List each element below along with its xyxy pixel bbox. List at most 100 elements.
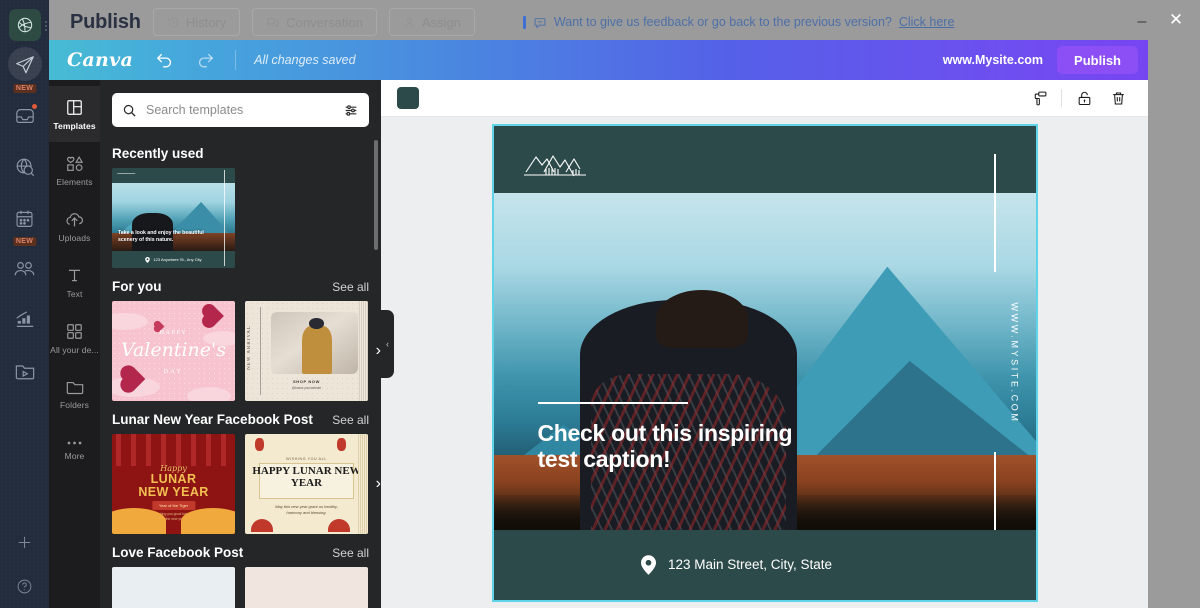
- conversation-label: Conversation: [286, 15, 363, 30]
- section-title: For you: [112, 279, 162, 294]
- thumb-address: 123 Anywhere St., Any City: [153, 257, 201, 262]
- see-all-link[interactable]: See all: [332, 413, 369, 427]
- app-window: Publish History Conversation Assign: [49, 0, 1200, 608]
- template-thumb-lunar-cream[interactable]: WISHING YOU ALL HAPPY LUNAR NEW YEAR May…: [245, 434, 368, 534]
- rail-item-add[interactable]: [0, 520, 49, 564]
- thumb-row: HAPPY Valentine's DAY NEW ARRIVAL: [112, 301, 369, 401]
- feedback-link[interactable]: Click here: [899, 15, 955, 29]
- tool-label: All your de...: [50, 345, 99, 355]
- undo-icon[interactable]: [155, 51, 174, 70]
- canvas-area[interactable]: Check out this inspiring test caption! W…: [381, 117, 1148, 608]
- panel-scrollbar[interactable]: [374, 140, 378, 250]
- see-all-link[interactable]: See all: [332, 280, 369, 294]
- accent-bar: [523, 16, 526, 29]
- tool-all-your-designs[interactable]: All your de...: [49, 310, 100, 366]
- see-all-link[interactable]: See all: [332, 546, 369, 560]
- tool-label: Folders: [60, 400, 89, 410]
- header-divider: [235, 50, 236, 70]
- thumb-line2: Valentine's: [112, 339, 235, 361]
- grid-icon: [65, 322, 84, 341]
- app-logo-icon[interactable]: [9, 9, 41, 41]
- thumb-row: Happy LUNAR NEW YEAR Year of the Tiger W…: [112, 434, 369, 534]
- tool-label: Templates: [53, 121, 95, 131]
- rail-item-calendar[interactable]: NEW: [0, 196, 49, 245]
- assign-button[interactable]: Assign: [389, 8, 475, 36]
- design-address[interactable]: 123 Main Street, City, State: [668, 557, 832, 572]
- tool-templates[interactable]: Templates: [49, 86, 100, 142]
- product-rail: NEW: [0, 0, 49, 608]
- canva-body: Templates Elements Uploads: [49, 80, 1148, 608]
- video-folder-icon: [14, 361, 36, 386]
- section-header-love: Love Facebook Post See all: [112, 545, 369, 560]
- template-thumb-love-a[interactable]: [112, 567, 235, 608]
- thumb-row: Take a look and enjoy the beautiful scen…: [112, 168, 369, 268]
- color-swatch-button[interactable]: [397, 87, 419, 109]
- rail-item-campaigns[interactable]: NEW: [0, 43, 49, 92]
- feedback-banner: Want to give us feedback or go back to t…: [523, 15, 955, 29]
- template-thumb-lunar-red[interactable]: Happy LUNAR NEW YEAR Year of the Tiger W…: [112, 434, 235, 534]
- rail-item-audience[interactable]: [0, 247, 49, 296]
- collapse-panel-button[interactable]: ‹: [381, 310, 394, 378]
- thumb-line2: @brand.yourwebsite: [245, 386, 368, 390]
- tool-label: Elements: [56, 177, 92, 187]
- unlock-icon: [1076, 90, 1093, 107]
- sliders-icon[interactable]: [343, 103, 359, 118]
- canva-header: Canva All changes saved www.Mysite.com P…: [49, 40, 1148, 80]
- template-thumb-recent[interactable]: Take a look and enjoy the beautiful scen…: [112, 168, 235, 268]
- editor-area: Check out this inspiring test caption! W…: [381, 80, 1148, 608]
- design-canvas[interactable]: Check out this inspiring test caption! W…: [494, 126, 1036, 600]
- paint-roller-icon: [1031, 90, 1048, 107]
- speech-bubble-icon: [533, 16, 547, 29]
- thumb-line1: SHOP NOW: [245, 379, 368, 384]
- search-icon: [122, 103, 137, 118]
- search-box[interactable]: [112, 93, 369, 127]
- site-url[interactable]: www.Mysite.com: [943, 53, 1043, 67]
- upload-cloud-icon: [64, 210, 85, 229]
- rail-item-inbox[interactable]: [0, 94, 49, 143]
- canva-logo[interactable]: Canva: [67, 49, 133, 71]
- copy-style-button[interactable]: [1025, 84, 1053, 112]
- thumb-line1: HAPPY: [112, 330, 235, 336]
- template-thumb-love-b[interactable]: [245, 567, 368, 608]
- assign-label: Assign: [422, 15, 461, 30]
- tool-folders[interactable]: Folders: [49, 366, 100, 422]
- tool-uploads[interactable]: Uploads: [49, 198, 100, 254]
- design-photo: [494, 193, 1036, 530]
- mountain-line-art-icon: [524, 148, 590, 187]
- template-thumb-fashion[interactable]: NEW ARRIVAL SHOP NOW @brand.yourwebsite: [245, 301, 368, 401]
- conversation-button[interactable]: Conversation: [252, 8, 377, 36]
- rail-menu-dots[interactable]: [45, 21, 47, 31]
- tool-label: Text: [67, 289, 83, 299]
- tool-text[interactable]: Text: [49, 254, 100, 310]
- people-icon: [13, 259, 36, 284]
- design-caption[interactable]: Check out this inspiring test caption!: [538, 421, 838, 473]
- template-thumb-valentine[interactable]: HAPPY Valentine's DAY: [112, 301, 235, 401]
- section-header-for-you: For you See all: [112, 279, 369, 294]
- plus-icon: [16, 534, 33, 551]
- panel-scroll-area[interactable]: Recently used: [100, 135, 381, 608]
- thumb-sub: May this new year grant us healthy, harm…: [255, 504, 358, 516]
- tool-more[interactable]: More: [49, 422, 100, 478]
- redo-icon[interactable]: [196, 51, 215, 70]
- lock-button[interactable]: [1070, 84, 1098, 112]
- history-button[interactable]: History: [153, 8, 240, 36]
- overlay-close-button[interactable]: ✕: [1166, 10, 1186, 30]
- tool-elements[interactable]: Elements: [49, 142, 100, 198]
- section-header-lunar: Lunar New Year Facebook Post See all: [112, 412, 369, 427]
- elements-icon: [65, 154, 85, 173]
- thumb-vertical-text: NEW ARRIVAL: [247, 325, 252, 370]
- section-header-recently-used: Recently used: [112, 146, 369, 161]
- thumb-line1: HAPPY LUNAR NEW YEAR: [245, 465, 368, 490]
- search-input[interactable]: [146, 103, 334, 117]
- right-overlay-panel: ✕: [1148, 0, 1200, 608]
- rail-item-help[interactable]: [0, 564, 49, 608]
- rail-item-analytics[interactable]: [0, 298, 49, 347]
- templates-panel: Recently used: [100, 80, 381, 608]
- rail-item-media[interactable]: [0, 349, 49, 398]
- delete-button[interactable]: [1104, 84, 1132, 112]
- publish-button[interactable]: Publish: [1057, 46, 1138, 74]
- canva-editor: Canva All changes saved www.Mysite.com P…: [49, 40, 1148, 608]
- carousel-next-icon[interactable]: ›: [376, 476, 381, 492]
- rail-item-discover[interactable]: [0, 145, 49, 194]
- person-icon: [403, 16, 416, 29]
